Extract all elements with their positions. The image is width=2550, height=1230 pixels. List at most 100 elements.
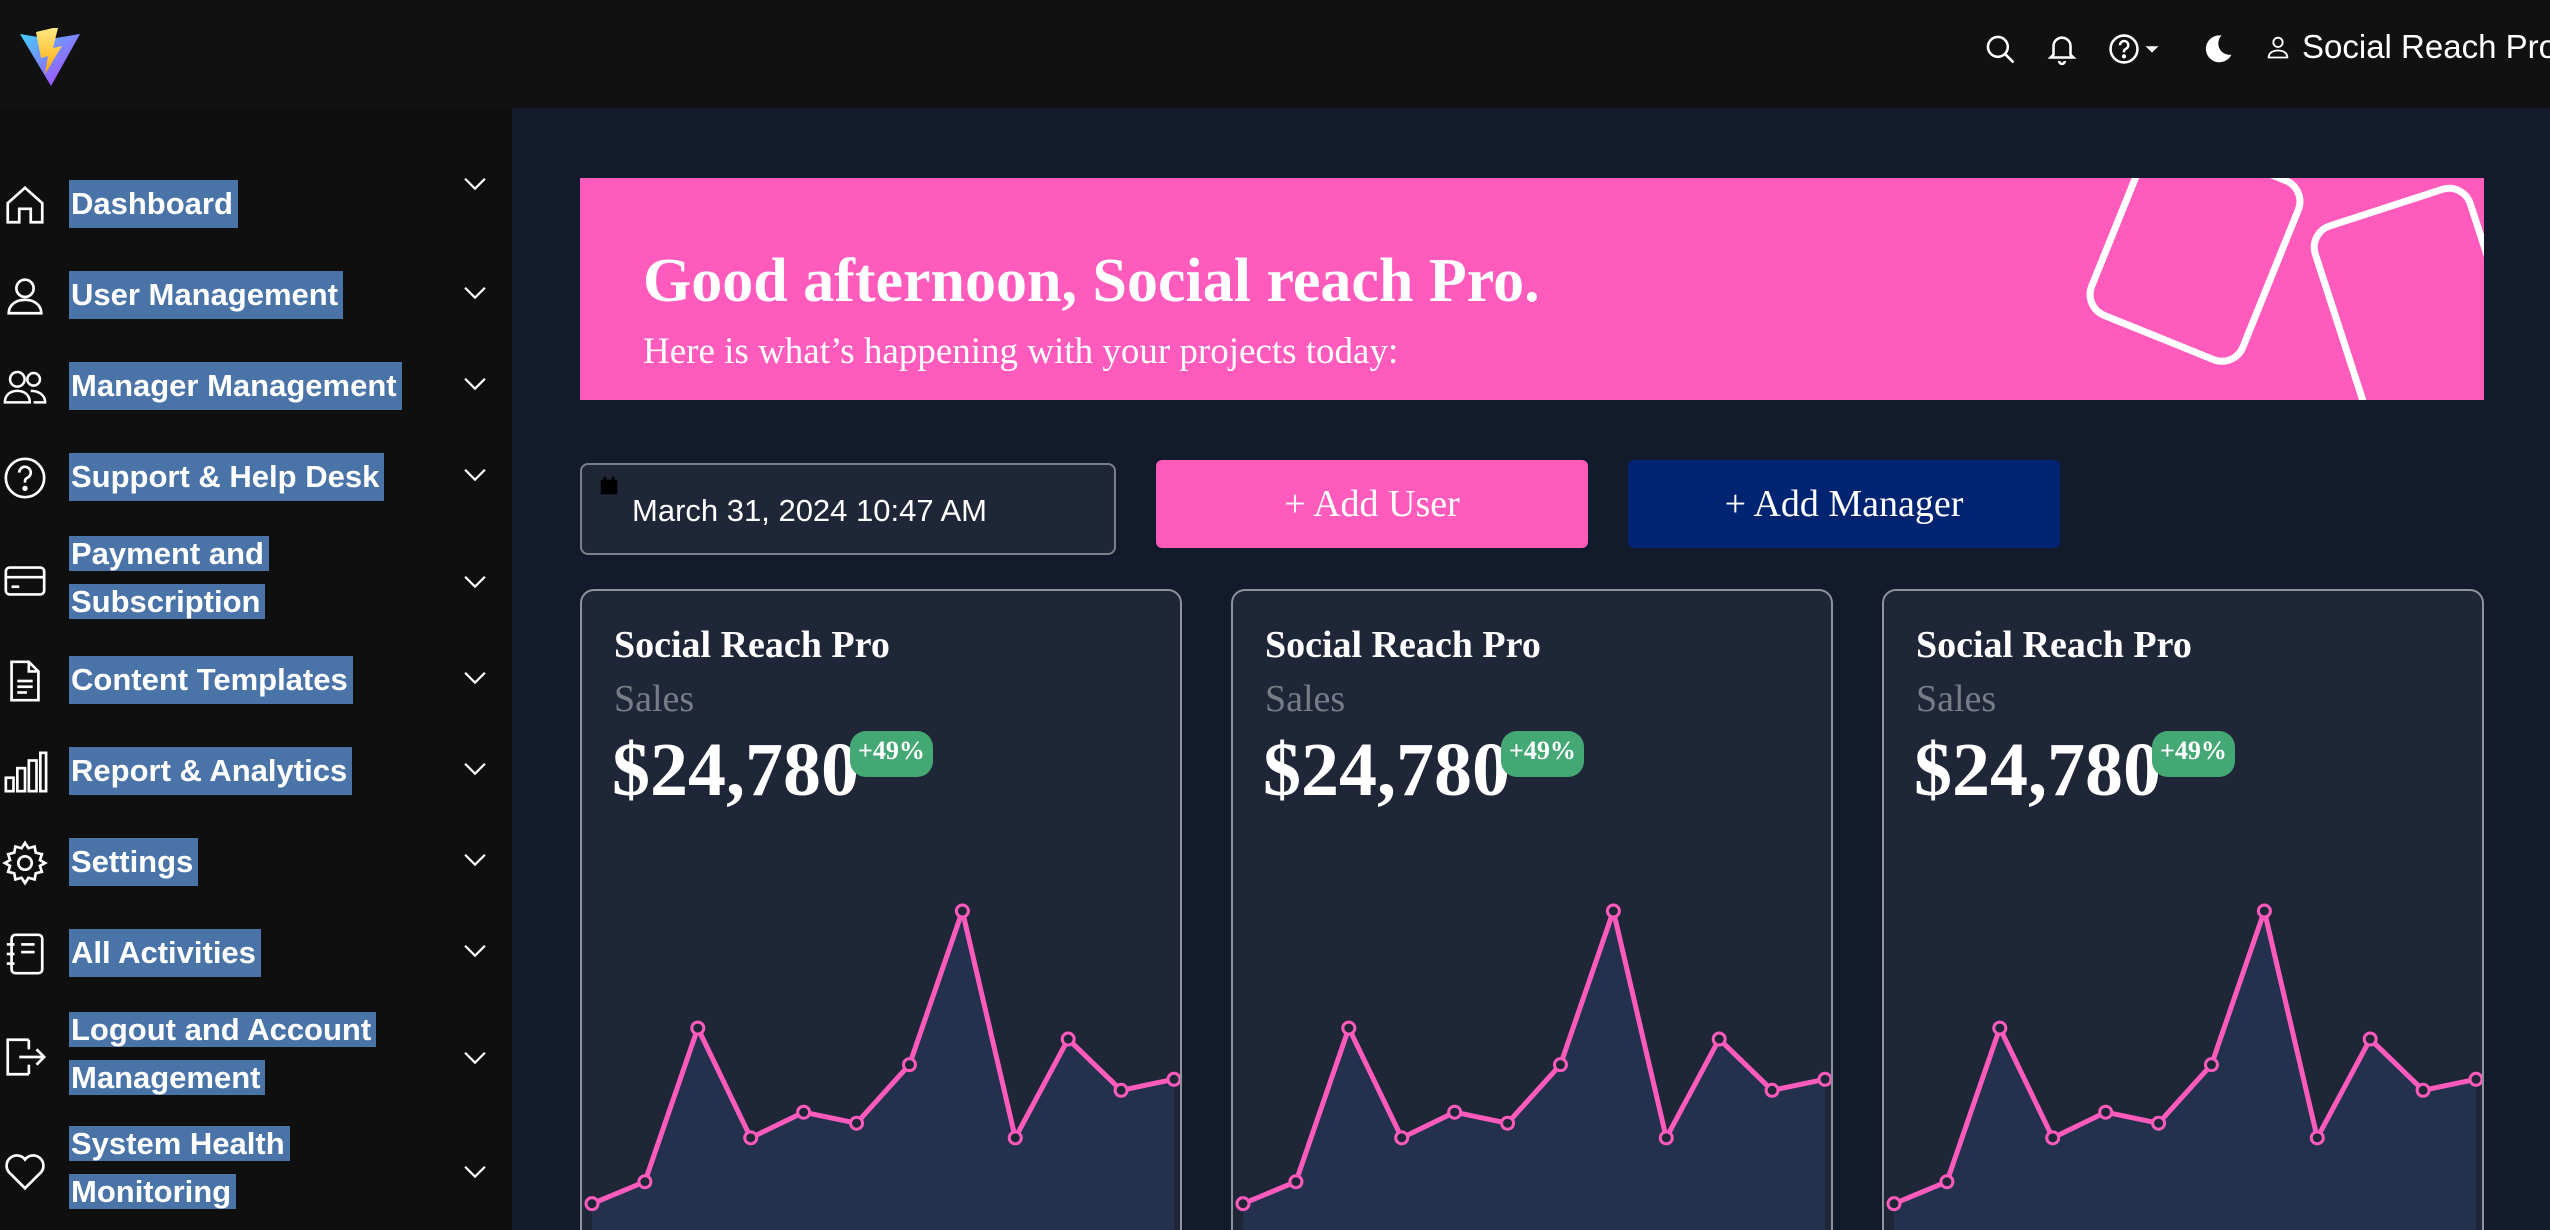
sidebar-item-label: Report & Analytics xyxy=(69,747,353,795)
chart-point xyxy=(2468,1071,2482,1087)
date-display[interactable]: March 31, 2024 10:47 AM xyxy=(580,463,1116,555)
help-icon xyxy=(2109,34,2139,64)
sidebar-item-dashboard[interactable]: Dashboard xyxy=(0,162,512,248)
chart-point xyxy=(901,1057,917,1073)
app-logo[interactable] xyxy=(18,26,82,90)
help-circle-icon xyxy=(0,453,50,503)
sidebar-item-label: Support & Help Desk xyxy=(69,453,385,501)
document-icon xyxy=(0,656,50,706)
user-icon xyxy=(0,271,50,321)
card-title: Social Reach Pro xyxy=(1916,624,2192,666)
chart-point xyxy=(1711,1031,1727,1047)
sidebar-item-support[interactable]: Support & Help Desk xyxy=(0,435,512,521)
chevron-down-icon xyxy=(458,751,492,785)
chevron-down-icon xyxy=(458,366,492,400)
main-content: Good afternoon, Social reach Pro. Here i… xyxy=(512,108,2550,1230)
add-user-button[interactable]: + Add User xyxy=(1156,460,1588,548)
stat-card: Social Reach Pro Sales $24,780 +49% xyxy=(1231,589,1833,1230)
add-manager-button[interactable]: + Add Manager xyxy=(1628,460,2060,548)
chart-point xyxy=(1235,1196,1251,1212)
banner-title: Good afternoon, Social reach Pro. xyxy=(643,247,1540,315)
sidebar-item-label: Dashboard xyxy=(69,180,238,228)
chart-point xyxy=(584,1196,600,1212)
search-icon[interactable] xyxy=(1980,29,2020,69)
growth-badge: +49% xyxy=(2152,731,2235,777)
bell-icon[interactable] xyxy=(2042,29,2082,69)
chart-point xyxy=(1007,1130,1023,1146)
card-value: $24,780 xyxy=(612,728,859,812)
credit-card-icon xyxy=(0,556,50,606)
welcome-banner: Good afternoon, Social reach Pro. Here i… xyxy=(580,178,2484,400)
banner-subtitle: Here is what’s happening with your proje… xyxy=(643,331,1399,372)
chart-point xyxy=(1500,1115,1516,1131)
sidebar-item-label: User Management xyxy=(69,271,344,319)
chart-point xyxy=(1939,1174,1955,1190)
sidebar: Dashboard User Management Manager Manage… xyxy=(0,108,512,1230)
sidebar-item-payment[interactable]: Payment and Subscription xyxy=(0,526,512,636)
chart-point xyxy=(2309,1130,2325,1146)
sidebar-item-label: Logout and Account Management xyxy=(69,1006,377,1102)
chart-point xyxy=(1447,1104,1463,1120)
sidebar-item-settings[interactable]: Settings xyxy=(0,820,512,906)
chart-point xyxy=(2098,1104,2114,1120)
stat-card: Social Reach Pro Sales $24,780 +49% xyxy=(580,589,1182,1230)
chart-area xyxy=(592,911,1174,1230)
chart-point xyxy=(1394,1130,1410,1146)
sidebar-item-label: Payment and Subscription xyxy=(69,530,269,626)
chart-point xyxy=(1886,1196,1902,1212)
sidebar-item-report-analytics[interactable]: Report & Analytics xyxy=(0,729,512,815)
home-icon xyxy=(0,180,50,230)
chevron-down-icon xyxy=(458,933,492,967)
calendar-icon xyxy=(600,476,618,495)
chart-point xyxy=(2256,903,2272,919)
date-text: March 31, 2024 10:47 AM xyxy=(632,493,988,528)
chart-point xyxy=(1552,1057,1568,1073)
caret-down-icon xyxy=(2145,46,2159,53)
chart-point xyxy=(1605,903,1621,919)
user-name: Social Reach Pro xyxy=(2302,28,2550,65)
chart-point xyxy=(954,903,970,919)
heart-icon xyxy=(0,1146,50,1196)
help-menu[interactable] xyxy=(2102,29,2168,69)
chart-point xyxy=(1288,1174,1304,1190)
sidebar-item-system-health[interactable]: System Health Monitoring xyxy=(0,1116,512,1226)
sidebar-item-label: System Health Monitoring xyxy=(69,1120,290,1216)
card-value: $24,780 xyxy=(1263,728,1510,812)
chart-point xyxy=(1764,1082,1780,1098)
chevron-down-icon xyxy=(458,275,492,309)
card-title: Social Reach Pro xyxy=(1265,624,1541,666)
sidebar-item-user-management[interactable]: User Management xyxy=(0,253,512,339)
chart-area xyxy=(1894,911,2476,1230)
chart-point xyxy=(2415,1082,2431,1098)
chevron-down-icon xyxy=(458,166,492,200)
moon-icon[interactable] xyxy=(2198,29,2238,69)
phone-illustration xyxy=(2303,178,2484,400)
card-subtitle: Sales xyxy=(614,678,695,720)
chart-point xyxy=(1113,1082,1129,1098)
users-icon xyxy=(0,362,50,412)
card-subtitle: Sales xyxy=(1916,678,1997,720)
card-subtitle: Sales xyxy=(1265,678,1346,720)
sidebar-item-manager-management[interactable]: Manager Management xyxy=(0,344,512,430)
chart-point xyxy=(1166,1071,1180,1087)
chart-point xyxy=(743,1130,759,1146)
chart-point xyxy=(796,1104,812,1120)
user-menu[interactable]: Social Reach Pro xyxy=(2264,28,2550,66)
user-icon xyxy=(2267,36,2289,59)
notebook-icon xyxy=(0,929,50,979)
card-value: $24,780 xyxy=(1914,728,2161,812)
chart-point xyxy=(2045,1130,2061,1146)
growth-badge: +49% xyxy=(850,731,933,777)
sidebar-item-label: Manager Management xyxy=(69,362,402,410)
chart-area xyxy=(1243,911,1825,1230)
chart-point xyxy=(2362,1031,2378,1047)
chart-point xyxy=(1992,1020,2008,1036)
card-title: Social Reach Pro xyxy=(614,624,890,666)
sidebar-item-content-templates[interactable]: Content Templates xyxy=(0,638,512,724)
chart-point xyxy=(1658,1130,1674,1146)
sidebar-item-all-activities[interactable]: All Activities xyxy=(0,911,512,997)
sidebar-item-logout[interactable]: Logout and Account Management xyxy=(0,1002,512,1112)
chart-point xyxy=(849,1115,865,1131)
chart-point xyxy=(1341,1020,1357,1036)
chart-point xyxy=(1817,1071,1831,1087)
